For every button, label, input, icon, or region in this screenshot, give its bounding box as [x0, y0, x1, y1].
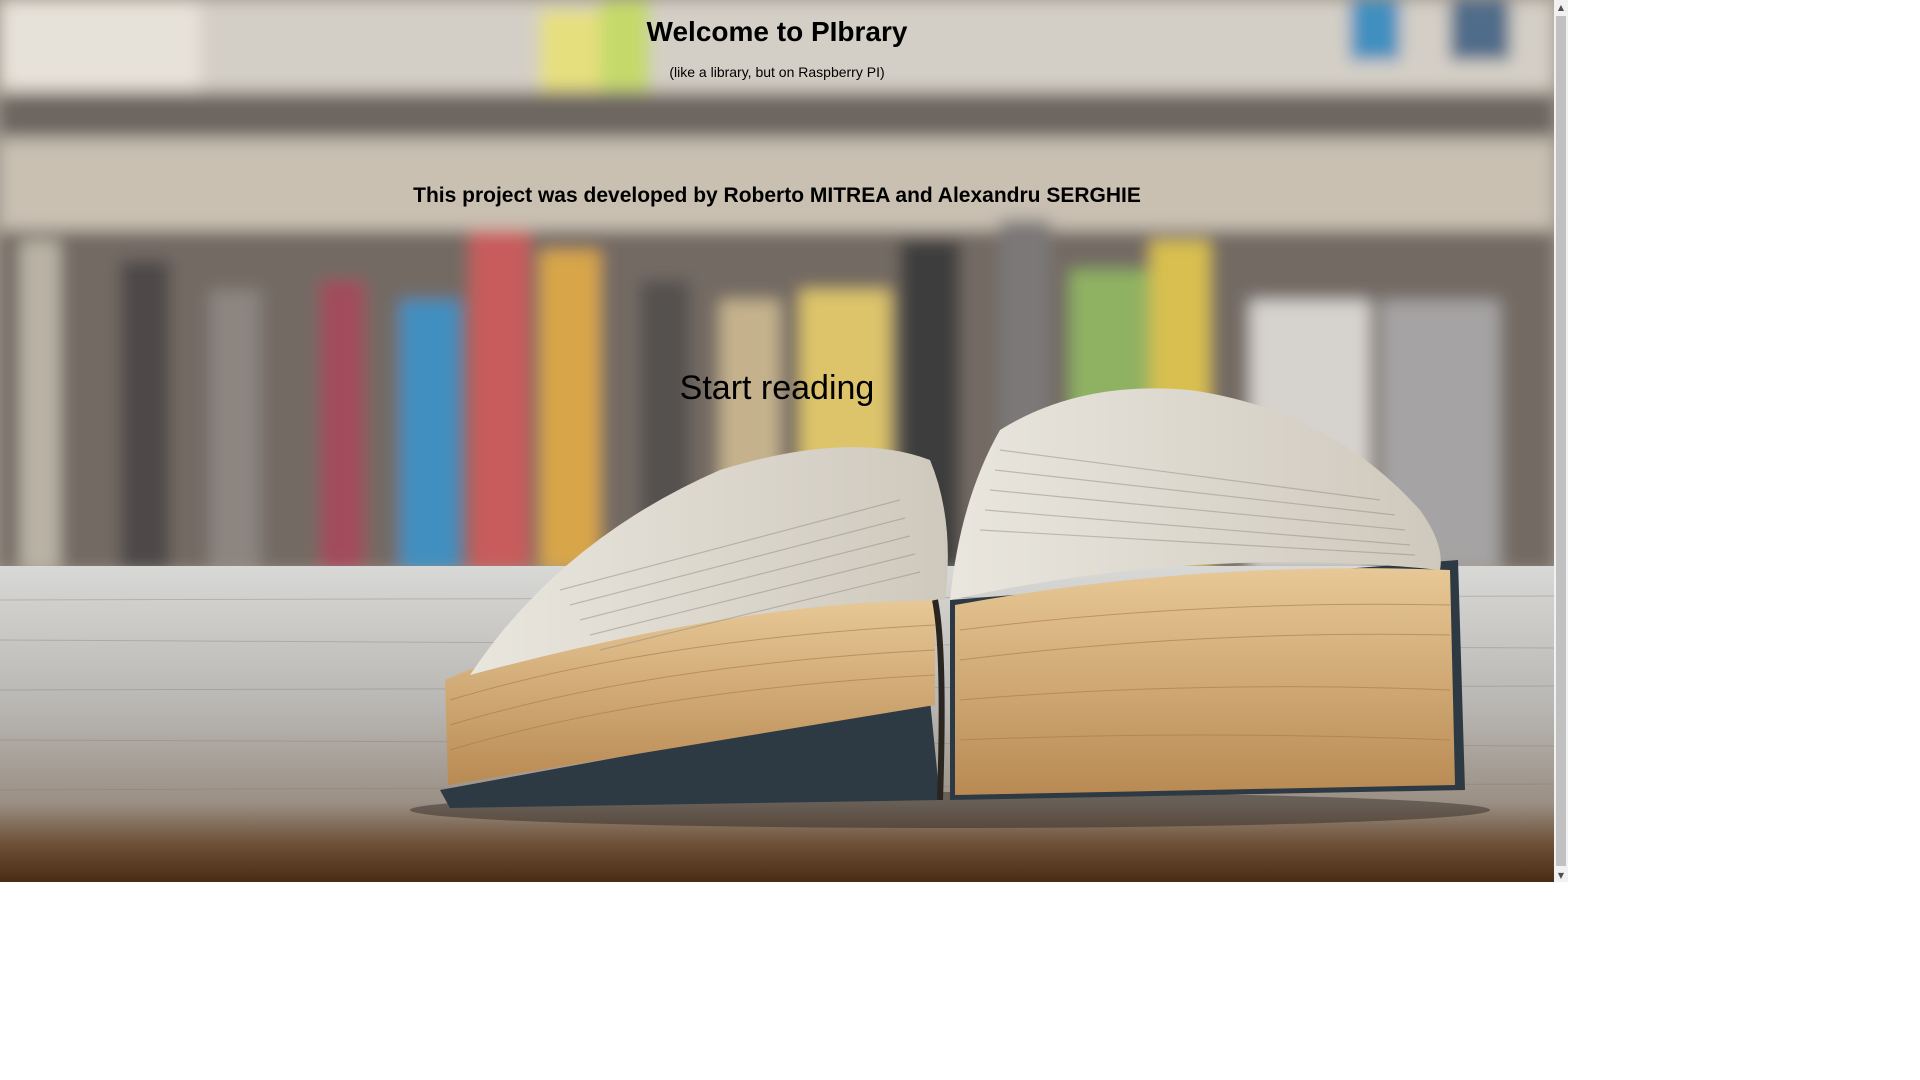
credits-heading: This project was developed by Roberto MI…: [413, 184, 1141, 207]
vertical-scrollbar[interactable]: ▲ ▼: [1554, 0, 1568, 882]
page: Welcome to PIbrary (like a library, but …: [0, 0, 1568, 882]
scrollbar-thumb[interactable]: [1556, 16, 1566, 866]
content: Welcome to PIbrary (like a library, but …: [0, 0, 1554, 882]
start-reading-link[interactable]: Start reading: [0, 366, 1554, 410]
page-subtitle: (like a library, but on Raspberry PI): [669, 64, 885, 80]
chevron-up-icon[interactable]: ▲: [1554, 0, 1568, 14]
page-title: Welcome to PIbrary: [646, 16, 908, 47]
chevron-down-icon[interactable]: ▼: [1554, 868, 1568, 882]
